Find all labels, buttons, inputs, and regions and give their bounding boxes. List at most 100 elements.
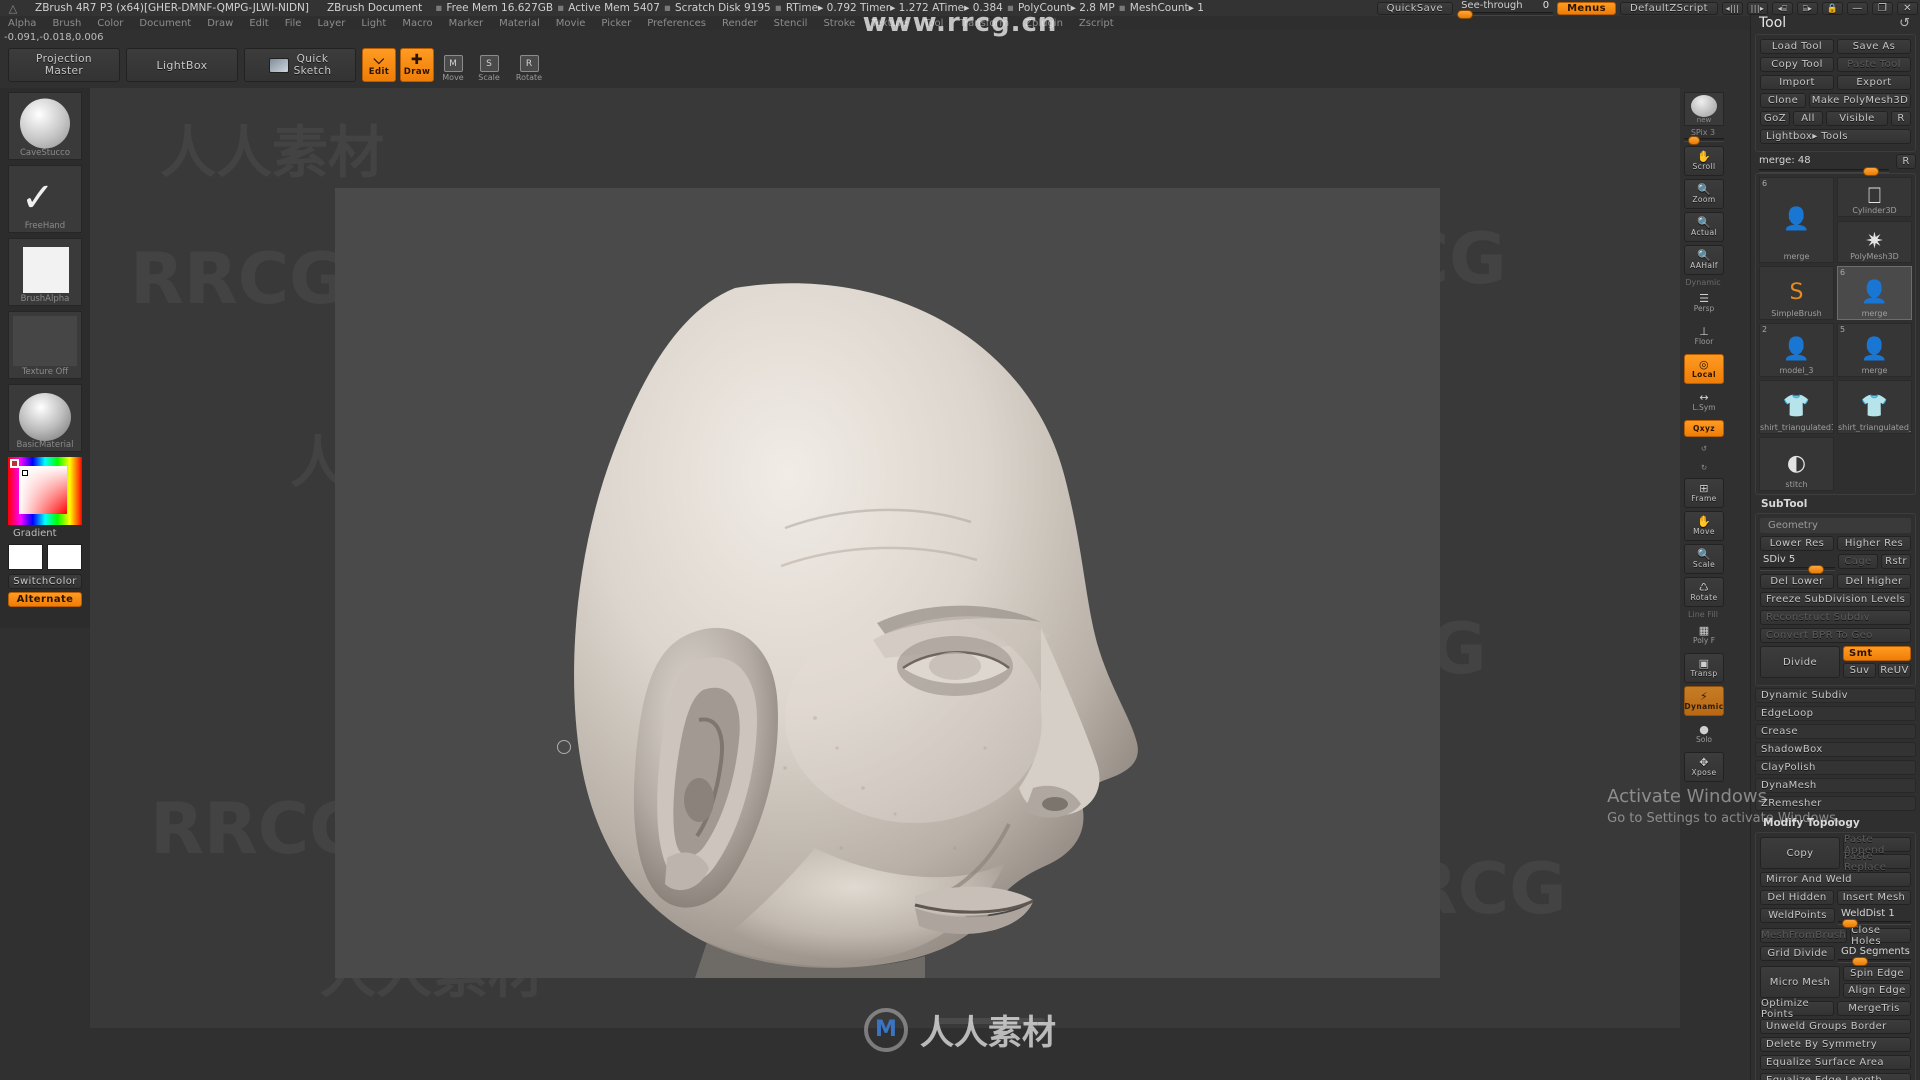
welddist-knob[interactable] [1842,919,1858,928]
meshfrombrush-button[interactable]: MeshFromBrush [1760,928,1848,943]
scale-gizmo-button[interactable]: 🔍 Scale [1684,544,1724,574]
menus-toggle-button[interactable]: Menus [1557,2,1616,15]
export-button[interactable]: Export [1837,75,1911,90]
menu-item-draw[interactable]: Draw [199,18,241,29]
freeze-subdivision-button[interactable]: Freeze SubDivision Levels [1760,592,1911,607]
menu-item-transform[interactable]: Transform [951,18,1017,29]
copy-tool-button[interactable]: Copy Tool [1760,57,1834,72]
claypolish-button[interactable]: ClayPolish [1755,760,1916,775]
goz-all-button[interactable]: All [1793,111,1823,126]
scroll-button[interactable]: ✋ Scroll [1684,146,1724,176]
goz-button[interactable]: GoZ [1760,111,1790,126]
dynamic-subdiv-button[interactable]: Dynamic Subdiv [1755,688,1916,703]
color-selector-1[interactable] [10,459,19,468]
delete-by-symmetry-button[interactable]: Delete By Symmetry [1760,1037,1911,1052]
reset-icon[interactable]: ↺ [1899,16,1916,31]
micro-mesh-button[interactable]: Micro Mesh [1760,966,1840,998]
reconstruct-subdiv-button[interactable]: Reconstruct Subdiv [1760,610,1911,625]
merge-r-button[interactable]: R [1896,154,1916,169]
insert-mesh-button[interactable]: Insert Mesh [1837,890,1911,905]
gd-segments-slider[interactable]: GD Segments [1838,946,1911,966]
copy-mesh-button[interactable]: Copy [1760,837,1840,869]
menu-item-material[interactable]: Material [491,18,548,29]
optimize-points-button[interactable]: Optimize Points [1760,998,1834,1020]
menu-item-movie[interactable]: Movie [548,18,594,29]
tool-thumb-simplebrush[interactable]: S SimpleBrush [1759,266,1834,320]
menu-item-zplugin[interactable]: Zplugin [1017,18,1071,29]
tool-thumb-merge-6[interactable]: 6 👤 merge [1759,177,1834,263]
crease-button[interactable]: Crease [1755,724,1916,739]
align-edge-button[interactable]: Align Edge [1843,983,1911,998]
spix-knob[interactable] [1688,136,1700,145]
see-through-slider[interactable]: See-through 0 [1457,0,1554,19]
alternate-button[interactable]: Alternate [8,592,82,607]
menu-item-brush[interactable]: Brush [44,18,89,29]
edit-mode-button[interactable]: ⌵ Edit [362,48,396,82]
tool-thumb-model3[interactable]: 2 👤 model_3 [1759,323,1834,377]
current-stroke-button[interactable]: ✓ FreeHand [8,165,82,233]
lightbox-button[interactable]: LightBox [126,48,238,82]
sdiv-knob[interactable] [1808,565,1824,574]
switch-color-button[interactable]: SwitchColor [8,574,82,589]
tool-thumb-merge-selected[interactable]: 6 👤 merge [1837,266,1912,320]
current-alpha-button[interactable]: BrushAlpha [8,238,82,306]
edgeloop-button[interactable]: EdgeLoop [1755,706,1916,721]
mirror-and-weld-button[interactable]: Mirror And Weld [1760,872,1911,887]
lock-icon[interactable]: 🔒 [1822,2,1843,15]
menu-item-edit[interactable]: Edit [241,18,276,29]
menu-item-document[interactable]: Document [131,18,199,29]
menu-item-macro[interactable]: Macro [394,18,440,29]
color-selector-2[interactable] [22,470,28,476]
restore-icon[interactable]: ❐ [1872,2,1893,15]
persp-button[interactable]: ☰ Persp [1684,288,1724,318]
menu-item-alpha[interactable]: Alpha [0,18,44,29]
lower-res-button[interactable]: Lower Res [1760,536,1834,551]
frame-button[interactable]: ⊞ Frame [1684,478,1724,508]
reuv-button[interactable]: ReUV [1878,663,1911,678]
document-canvas[interactable] [335,188,1440,978]
welddist-track[interactable] [1838,919,1911,928]
close-holes-button[interactable]: Close Holes [1850,925,1911,947]
menu-item-stroke[interactable]: Stroke [815,18,863,29]
secondary-color-swatch[interactable] [47,544,82,570]
menu-item-layer[interactable]: Layer [309,18,353,29]
equalize-surface-area-button[interactable]: Equalize Surface Area [1760,1055,1911,1070]
zremesher-button[interactable]: ZRemesher [1755,796,1916,811]
goz-r-button[interactable]: R [1891,111,1911,126]
clone-button[interactable]: Clone [1760,93,1806,108]
del-higher-button[interactable]: Del Higher [1837,574,1911,589]
rstr-button[interactable]: Rstr [1881,554,1911,569]
canvas-scrollbar[interactable] [935,1018,1045,1024]
import-button[interactable]: Import [1760,75,1834,90]
lsym-button[interactable]: ↔ L.Sym [1684,387,1724,417]
move-mode-button[interactable]: M Move [440,52,466,82]
see-through-track[interactable] [1457,10,1554,19]
quick-sketch-button[interactable]: Quick Sketch [244,48,356,82]
load-tool-button[interactable]: Load Tool [1760,39,1834,54]
tool-thumb-cylinder3d[interactable]: ⎕ Cylinder3D [1837,177,1912,217]
paste-replace-button[interactable]: Paste Replace [1843,851,1911,873]
current-texture-button[interactable]: Texture Off [8,311,82,379]
local-button[interactable]: ◎ Local [1684,354,1724,384]
prev-tray-icon[interactable]: ◂||| [1722,2,1743,15]
tool-thumb-polymesh3d[interactable]: ✷ PolyMesh3D [1837,220,1912,263]
menu-item-file[interactable]: File [277,18,310,29]
scale-mode-button[interactable]: S Scale [476,52,502,82]
aahalf-button[interactable]: 🔍 AAHalf [1684,245,1724,275]
mergetris-button[interactable]: MergeTris [1837,1001,1911,1016]
rotate-gizmo-button[interactable]: ♺ Rotate [1684,577,1724,607]
see-through-knob[interactable] [1457,10,1474,19]
gd-segments-knob[interactable] [1852,957,1868,966]
head-sculpt[interactable] [485,248,1245,978]
save-as-button[interactable]: Save As [1837,39,1911,54]
tool-thumb-stitch[interactable]: ◐ stitch [1759,437,1834,491]
geometry-section-header[interactable]: Geometry [1760,518,1911,533]
cage-button[interactable]: Cage [1838,554,1878,569]
actual-button[interactable]: 🔍 Actual [1684,212,1724,242]
shadowbox-button[interactable]: ShadowBox [1755,742,1916,757]
unweld-groups-border-button[interactable]: Unweld Groups Border [1760,1019,1911,1034]
quicksave-button[interactable]: QuickSave [1376,2,1454,15]
menu-item-color[interactable]: Color [89,18,131,29]
color-picker[interactable] [8,457,82,525]
rotate-mode-button[interactable]: R Rotate [512,52,546,82]
